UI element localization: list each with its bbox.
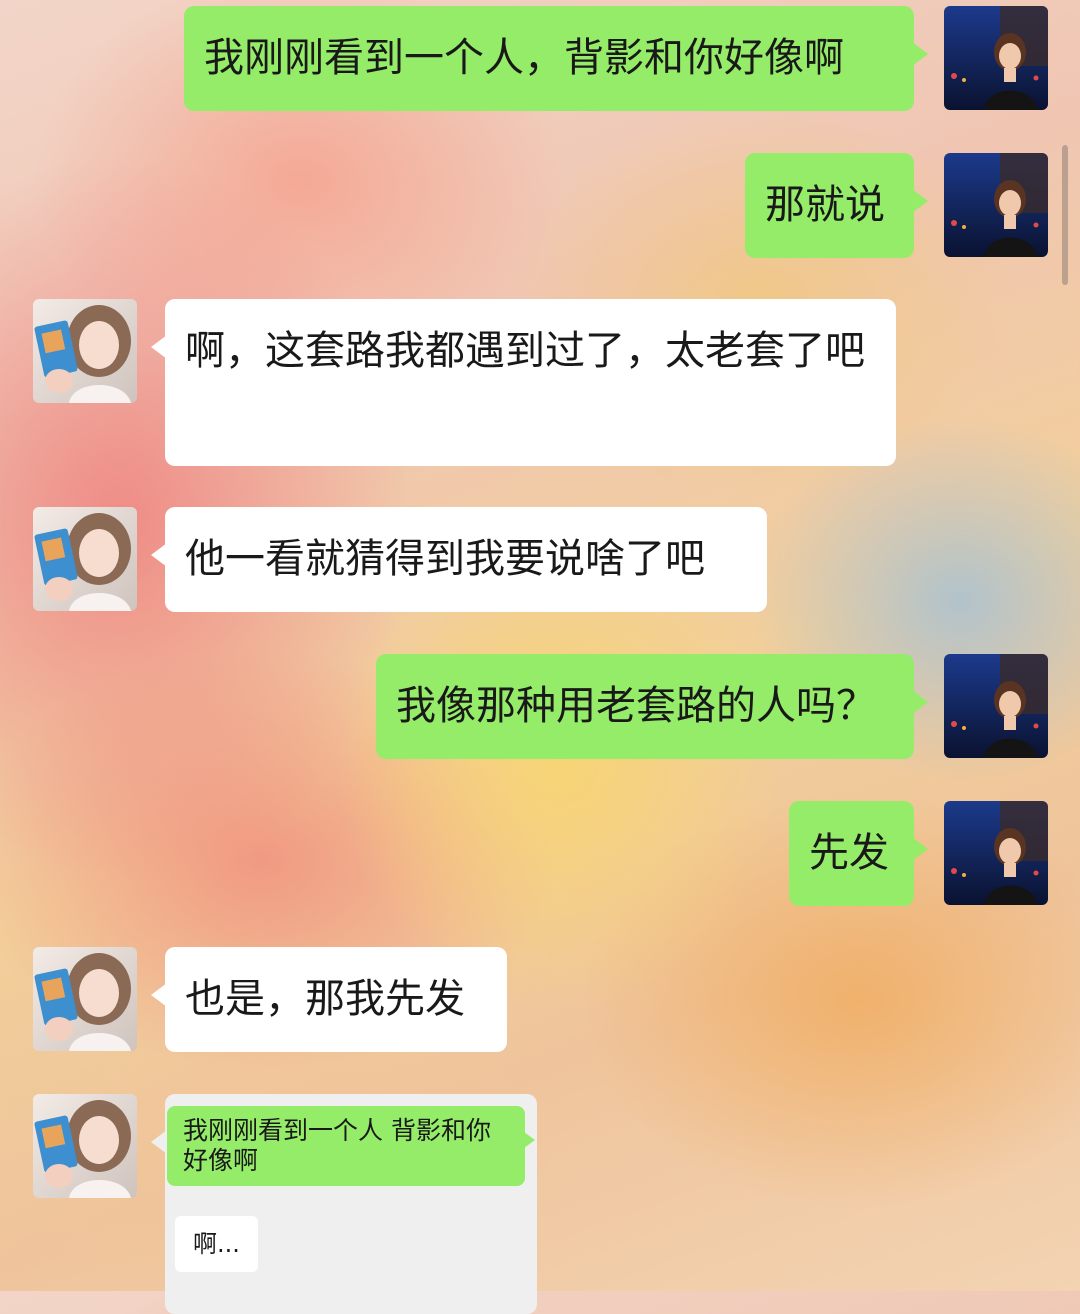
quoted-text: 我刚刚看到一个人 背影和你好像啊 (183, 1116, 491, 1175)
quoted-text: 啊... (193, 1230, 240, 1258)
message-bubble-incoming[interactable]: 也是，那我先发 (151, 947, 507, 1052)
their-avatar-photo-icon (33, 1094, 137, 1198)
their-avatar[interactable] (33, 1094, 137, 1198)
message-bubble-incoming[interactable]: 他一看就猜得到我要说啥了吧 (151, 507, 767, 612)
their-avatar-photo-icon (33, 947, 137, 1051)
my-avatar-photo-icon (944, 6, 1048, 110)
message-text: 他一看就猜得到我要说啥了吧 (185, 536, 705, 582)
their-avatar-photo-icon (33, 507, 137, 611)
message-text: 先发 (809, 830, 889, 876)
forwarded-chat-card[interactable]: 我刚刚看到一个人 背影和你好像啊 啊... (151, 1094, 537, 1314)
my-avatar-photo-icon (944, 801, 1048, 905)
message-text: 我刚刚看到一个人，背影和你好像啊 (204, 35, 844, 81)
message-text: 也是，那我先发 (185, 976, 465, 1022)
message-text: 那就说 (765, 182, 885, 228)
my-avatar[interactable] (944, 801, 1048, 905)
message-bubble-outgoing[interactable]: 先发 (789, 801, 928, 906)
quoted-incoming-bubble: 啊... (175, 1216, 258, 1272)
their-avatar[interactable] (33, 947, 137, 1051)
message-bubble-outgoing[interactable]: 我刚刚看到一个人，背影和你好像啊 (184, 6, 928, 111)
my-avatar[interactable] (944, 654, 1048, 758)
their-avatar-photo-icon (33, 299, 137, 403)
their-avatar[interactable] (33, 299, 137, 403)
message-bubble-incoming[interactable]: 啊，这套路我都遇到过了，太老套了吧 (151, 299, 896, 466)
message-text: 啊，这套路我都遇到过了，太老套了吧 (185, 328, 865, 374)
message-bubble-outgoing[interactable]: 那就说 (745, 153, 928, 258)
their-avatar[interactable] (33, 507, 137, 611)
my-avatar[interactable] (944, 6, 1048, 110)
message-text: 我像那种用老套路的人吗？ (396, 683, 876, 729)
scrollbar[interactable] (1062, 145, 1068, 285)
quoted-outgoing-bubble: 我刚刚看到一个人 背影和你好像啊 (167, 1106, 535, 1186)
my-avatar-photo-icon (944, 654, 1048, 758)
message-bubble-outgoing[interactable]: 我像那种用老套路的人吗？ (376, 654, 928, 759)
my-avatar-photo-icon (944, 153, 1048, 257)
my-avatar[interactable] (944, 153, 1048, 257)
